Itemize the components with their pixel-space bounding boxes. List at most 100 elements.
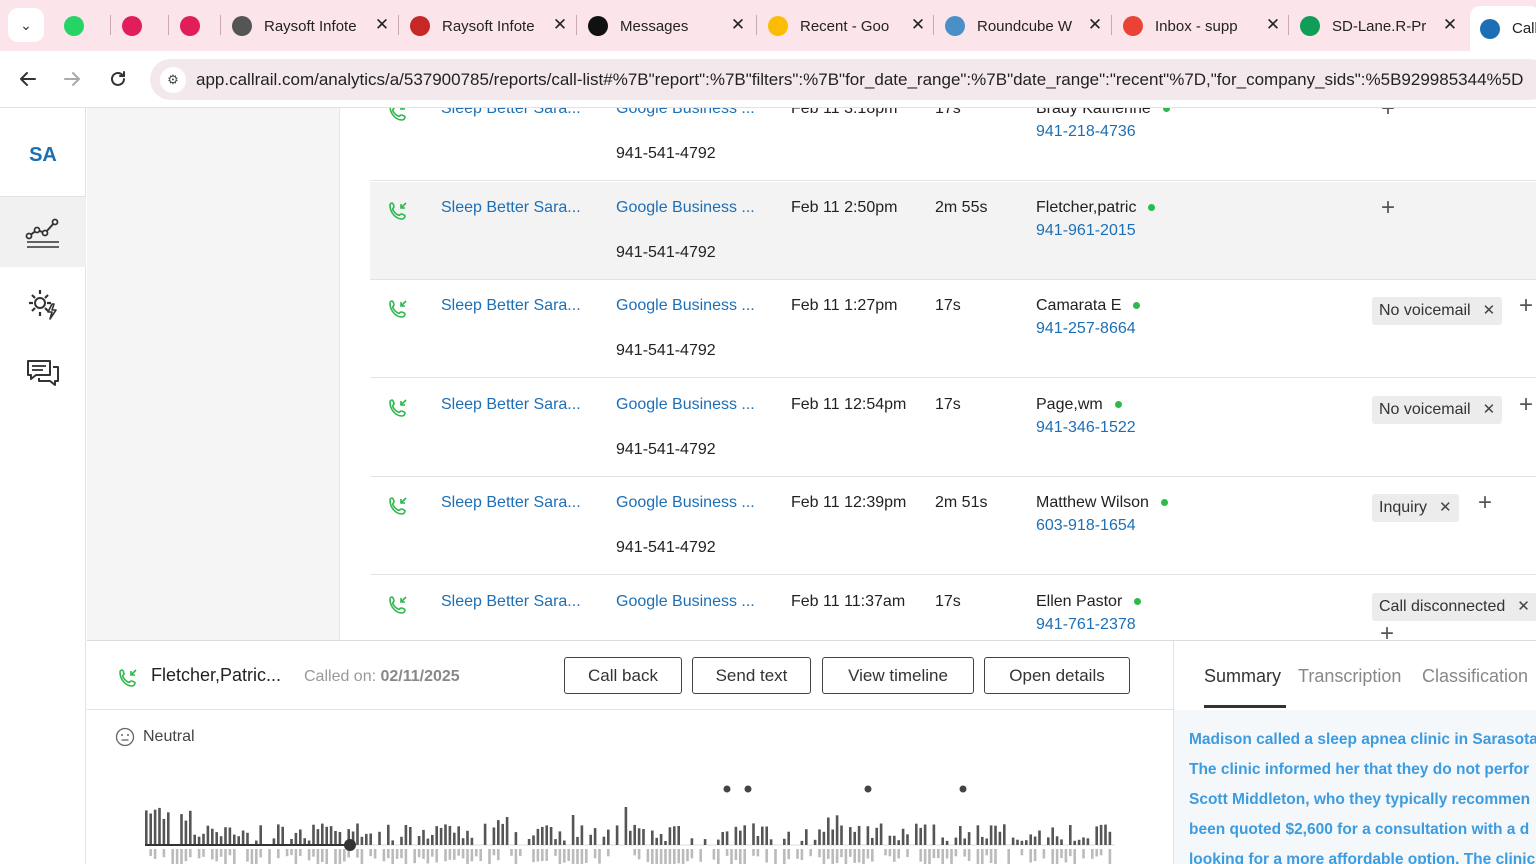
call-duration: 17s [935, 297, 961, 314]
caller-name-text[interactable]: Fletcher,patric [1036, 199, 1136, 216]
add-tag-button[interactable]: + [1519, 292, 1533, 320]
add-tag-button[interactable]: + [1519, 391, 1533, 419]
source-link[interactable]: Google Business ... [616, 199, 755, 217]
company-link[interactable]: Sleep Better Sara... [441, 396, 581, 414]
summary-content: Madison called a sleep apnea clinic in S… [1174, 710, 1536, 864]
sidebar-item-messages[interactable] [0, 338, 86, 408]
url-text[interactable]: app.callrail.com/analytics/a/537900785/r… [196, 70, 1523, 90]
call-tag[interactable]: No voicemail ✕ [1372, 395, 1503, 424]
tab-close-icon[interactable]: ✕ [1440, 15, 1460, 35]
table-row[interactable]: Sleep Better Sara... Google Business ... 9… [370, 378, 1536, 477]
source-link[interactable]: Google Business ... [616, 108, 755, 118]
waveform-bar [184, 849, 188, 862]
call-back-button[interactable]: Call back [564, 657, 682, 694]
caller-phone-link[interactable]: 941-257-8664 [1036, 320, 1136, 338]
tab-search-button[interactable]: ⌄ [8, 8, 44, 42]
reload-button[interactable] [104, 65, 132, 93]
tab-close-icon[interactable]: ✕ [372, 15, 392, 35]
tab-title: Roundcube W [977, 17, 1073, 35]
waveform-bar [558, 831, 562, 845]
table-row[interactable]: Sleep Better Sara... Google Business ... F… [370, 575, 1536, 641]
browser-tab[interactable]: Recent - Goo ✕ [768, 6, 928, 46]
add-tag-button[interactable]: + [1478, 489, 1492, 517]
browser-tab[interactable]: Roundcube W ✕ [945, 6, 1105, 46]
send-text-button[interactable]: Send text [692, 657, 811, 694]
caller-name-text[interactable]: Camarata E [1036, 297, 1121, 314]
remove-tag-icon[interactable]: ✕ [1439, 499, 1452, 516]
waveform-bar [1095, 826, 1098, 845]
tab-close-icon[interactable]: ✕ [1263, 15, 1283, 35]
caller-phone-link[interactable]: 603-918-1654 [1036, 517, 1136, 535]
table-row[interactable]: Sleep Better Sara... Google Business ... 9… [370, 280, 1536, 378]
account-avatar[interactable]: SA [0, 144, 86, 167]
waveform-bar [492, 827, 496, 845]
caller-name-text[interactable]: Ellen Pastor [1036, 593, 1122, 610]
company-link[interactable]: Sleep Better Sara... [441, 494, 581, 512]
waveform-bar [1060, 839, 1063, 845]
waveform-bar [1007, 849, 1010, 864]
waveform-bar [567, 849, 570, 861]
browser-tab[interactable]: SD-Lane.R-Pr ✕ [1300, 6, 1460, 46]
add-tag-button[interactable]: + [1380, 620, 1394, 641]
remove-tag-icon[interactable]: ✕ [1483, 401, 1496, 418]
sidebar-item-settings[interactable] [0, 269, 86, 339]
caller-name-text[interactable]: Page,wm [1036, 396, 1103, 413]
browser-tab[interactable]: Call [1470, 6, 1536, 51]
call-tag[interactable]: Inquiry ✕ [1372, 494, 1459, 522]
view-timeline-button[interactable]: View timeline [822, 657, 974, 694]
caller-name-text[interactable]: Brady Katherine [1036, 108, 1151, 117]
browser-tab[interactable] [64, 6, 86, 46]
table-row[interactable]: Sleep Better Sara... Google Business ... 9… [370, 108, 1536, 181]
caller-phone-link[interactable]: 941-218-4736 [1036, 123, 1136, 141]
browser-tab[interactable] [180, 6, 202, 46]
add-tag-button[interactable]: + [1381, 194, 1395, 222]
call-audio-waveform[interactable] [145, 781, 1115, 864]
open-details-button[interactable]: Open details [984, 657, 1130, 694]
waveform-bar [571, 815, 575, 845]
source-link[interactable]: Google Business ... [616, 593, 755, 611]
address-bar[interactable]: ⚙ app.callrail.com/analytics/a/537900785… [150, 59, 1536, 100]
remove-tag-icon[interactable]: ✕ [1483, 302, 1496, 319]
caller-phone-link[interactable]: 941-961-2015 [1036, 222, 1136, 240]
table-row[interactable]: Sleep Better Sara... Google Business ... 9… [370, 181, 1536, 280]
company-link[interactable]: Sleep Better Sara... [441, 593, 581, 611]
site-info-icon[interactable]: ⚙ [160, 67, 186, 93]
waveform-bar [598, 849, 601, 864]
tab-close-icon[interactable]: ✕ [908, 15, 928, 35]
source-link[interactable]: Google Business ... [616, 297, 755, 315]
tab-close-icon[interactable]: ✕ [1085, 15, 1105, 35]
tab-close-icon[interactable]: ✕ [728, 15, 748, 35]
playhead-handle [344, 839, 356, 851]
waveform-bar [334, 849, 337, 864]
caller-phone-link[interactable]: 941-346-1522 [1036, 419, 1136, 437]
source-link[interactable]: Google Business ... [616, 494, 755, 512]
call-tag[interactable]: Call disconnected ✕ [1372, 592, 1536, 621]
waveform-bar [787, 849, 790, 860]
source-link[interactable]: Google Business ... [616, 396, 755, 414]
caller-name-text[interactable]: Matthew Wilson [1036, 494, 1149, 511]
tab-summary[interactable]: Summary [1204, 666, 1281, 687]
call-tag[interactable]: No voicemail ✕ [1372, 297, 1503, 325]
browser-tab[interactable]: Messages ✕ [588, 6, 748, 46]
add-tag-button[interactable]: + [1381, 108, 1395, 123]
company-link[interactable]: Sleep Better Sara... [441, 108, 581, 118]
company-link[interactable]: Sleep Better Sara... [441, 199, 581, 217]
browser-tab[interactable]: Inbox - supp ✕ [1123, 6, 1283, 46]
tab-transcription[interactable]: Transcription [1298, 666, 1401, 687]
waveform-bar [505, 817, 509, 845]
waveform-bar [527, 839, 531, 845]
tab-close-icon[interactable]: ✕ [550, 15, 570, 35]
tab-classification[interactable]: Classification [1422, 666, 1528, 687]
forward-button[interactable] [58, 65, 86, 93]
table-row[interactable]: Sleep Better Sara... Google Business ... 9… [370, 477, 1536, 575]
company-link[interactable]: Sleep Better Sara... [441, 297, 581, 315]
waveform-bar [593, 849, 597, 859]
caller-phone-link[interactable]: 941-761-2378 [1036, 616, 1136, 634]
gmail-icon [1123, 16, 1143, 36]
back-button[interactable] [14, 65, 42, 93]
sidebar-item-analytics[interactable] [0, 197, 86, 267]
browser-tab[interactable]: Raysoft Infote ✕ [410, 6, 570, 46]
remove-tag-icon[interactable]: ✕ [1517, 598, 1530, 615]
browser-tab[interactable]: Raysoft Infote ✕ [232, 6, 392, 46]
browser-tab[interactable] [122, 6, 144, 46]
